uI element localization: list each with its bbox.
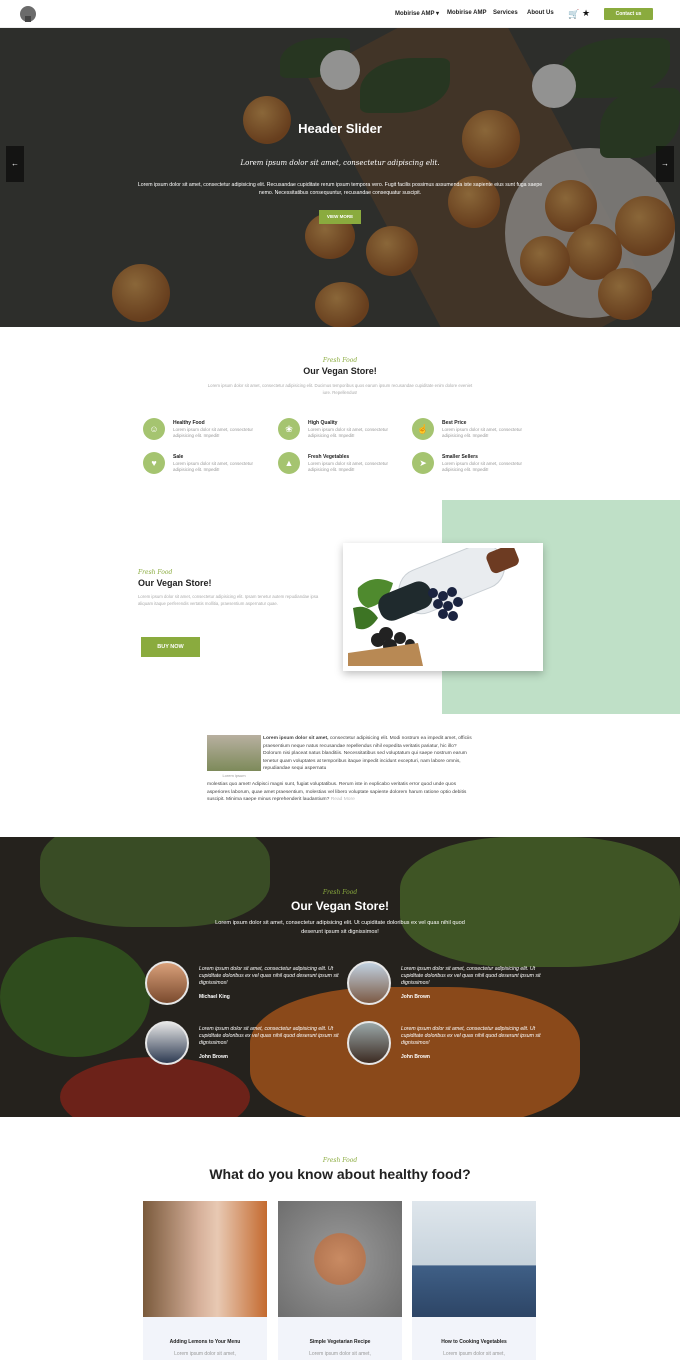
hero-description: Lorem ipsum dolor sit amet, consectetur … [137, 182, 543, 196]
card-title: How to Cooking Vegetables [441, 1339, 507, 1345]
avatar [145, 961, 189, 1005]
feature-best-price: ☝ Best Price Lorem ipsum dolor sit amet,… [412, 418, 542, 442]
view-more-button[interactable]: VIEW MORE [319, 210, 361, 224]
blog-card[interactable]: How to Cooking Vegetables Lorem ipsum do… [412, 1201, 536, 1360]
feature-title: Smaller Sellers [442, 454, 478, 460]
nav-link-services[interactable]: Services [493, 10, 518, 16]
blog-card[interactable]: Adding Lemons to Your Menu Lorem ipsum d… [143, 1201, 267, 1360]
testimonial-author: John Brown [401, 1054, 430, 1060]
star-icon[interactable]: ★ [582, 8, 590, 19]
testimonial-text: Lorem ipsum dolor sit amet, consectetur … [401, 966, 541, 986]
testimonial-text: Lorem ipsum dolor sit amet, consectetur … [199, 966, 339, 986]
article-thumbnail-caption: Lorem ipsum [222, 773, 246, 778]
feature-text: Lorem ipsum dolor sit amet, consectetur … [442, 461, 523, 472]
card-title: Adding Lemons to Your Menu [169, 1339, 241, 1345]
nav-link-about-us[interactable]: About Us [527, 10, 554, 16]
blog-card[interactable]: Simple Vegetarian Recipe Lorem ipsum dol… [278, 1201, 402, 1360]
feature-sale: ♥ Sale Lorem ipsum dolor sit amet, conse… [143, 452, 273, 476]
cart-icon[interactable]: 🛒 [568, 9, 579, 20]
hero-slider: ← → Header Slider Lorem ipsum dolor sit … [0, 28, 680, 327]
card-photo [143, 1201, 267, 1317]
card-text: Lorem ipsum dolor sit amet, [443, 1351, 505, 1357]
avatar [347, 961, 391, 1005]
article-thumbnail[interactable] [207, 735, 261, 771]
feature-text: Lorem ipsum dolor sit amet, consectetur … [442, 427, 523, 438]
testimonials-section: Fresh Food Our Vegan Store! Lorem ipsum … [0, 837, 680, 1117]
feature-fresh-vegetables: ▲ Fresh Vegetables Lorem ipsum dolor sit… [278, 452, 408, 476]
promo-kicker: Fresh Food [138, 569, 173, 576]
feature-text: Lorem ipsum dolor sit amet, consectetur … [308, 461, 389, 472]
testimonial-text: Lorem ipsum dolor sit amet, consectetur … [199, 1026, 339, 1046]
nav-link-mobirise-amp[interactable]: Mobirise AMP [447, 10, 486, 16]
healthy-kicker: Fresh Food [322, 1157, 358, 1164]
article-body-right: consectetur adipisicing elit. Modi nostr… [263, 736, 472, 772]
buy-now-button[interactable]: BUY NOW [141, 637, 200, 657]
testimonial-text: Lorem ipsum dolor sit amet, consectetur … [401, 1026, 541, 1046]
read-more-link[interactable]: Read More [331, 797, 355, 802]
section-title: Our Vegan Store! [303, 366, 377, 376]
card-title: Simple Vegetarian Recipe [309, 1339, 371, 1345]
contact-us-button[interactable]: Contact us [604, 8, 653, 20]
testimonials-title: Our Vegan Store! [290, 899, 390, 913]
article-text-continued: molestias quo amet! Adipisci magni sunt,… [207, 781, 473, 804]
card-photo [412, 1201, 536, 1317]
feature-title: Healthy Food [173, 420, 205, 426]
article-text: Lorem ipsum dolor sit amet, consectetur … [263, 735, 473, 773]
feature-title: Fresh Vegetables [308, 454, 350, 460]
section-kicker: Fresh Food [322, 357, 358, 364]
testimonials-kicker: Fresh Food [322, 889, 358, 896]
hero-title: Header Slider [298, 121, 382, 136]
testimonial-author: John Brown [401, 994, 430, 1000]
testimonial-author: John Brown [199, 1054, 228, 1060]
card-photo [278, 1201, 402, 1317]
avatar [145, 1021, 189, 1065]
logo[interactable] [20, 6, 36, 22]
feature-text: Lorem ipsum dolor sit amet, consectetur … [173, 427, 254, 438]
product-image-card [343, 543, 543, 671]
promo-title: Our Vegan Store! [138, 578, 212, 588]
card-text: Lorem ipsum dolor sit amet, [174, 1351, 236, 1357]
section-description: Lorem ipsum dolor sit amet, consectetur … [207, 383, 473, 395]
smile-icon: ☺ [143, 418, 165, 440]
user-icon: ▲ [278, 452, 300, 474]
hero-overlay [0, 28, 680, 327]
nav-link-mobirise-amp-dropdown[interactable]: Mobirise AMP ▾ [395, 10, 439, 17]
feature-high-quality: ❀ High Quality Lorem ipsum dolor sit ame… [278, 418, 408, 442]
top-navbar: Mobirise AMP ▾ Mobirise AMP Services Abo… [0, 0, 680, 28]
testimonial-author: Michael King [199, 994, 230, 1000]
feature-healthy-food: ☺ Healthy Food Lorem ipsum dolor sit ame… [143, 418, 273, 442]
feature-title: Best Price [442, 420, 467, 426]
thumbs-up-icon: ☝ [412, 418, 434, 440]
send-icon: ➤ [412, 452, 434, 474]
feature-title: Sale [173, 454, 184, 460]
avatar [347, 1021, 391, 1065]
card-text: Lorem ipsum dolor sit amet, [309, 1351, 371, 1357]
feature-title: High Quality [308, 420, 338, 426]
wine-grapes-image [348, 548, 538, 666]
article-lead: Lorem ipsum dolor sit amet, [263, 736, 329, 741]
medal-icon: ❀ [278, 418, 300, 440]
hero-subtitle: Lorem ipsum dolor sit amet, consectetur … [240, 159, 440, 167]
feature-text: Lorem ipsum dolor sit amet, consectetur … [173, 461, 254, 472]
promo-description: Lorem ipsum dolor sit amet, consectetur … [138, 594, 319, 606]
heart-icon: ♥ [143, 452, 165, 474]
testimonials-description: Lorem ipsum dolor sit amet, consectetur … [215, 920, 465, 935]
feature-text: Lorem ipsum dolor sit amet, consectetur … [308, 427, 389, 438]
feature-smaller-sellers: ➤ Smaller Sellers Lorem ipsum dolor sit … [412, 452, 542, 476]
healthy-title: What do you know about healthy food? [209, 1166, 471, 1182]
